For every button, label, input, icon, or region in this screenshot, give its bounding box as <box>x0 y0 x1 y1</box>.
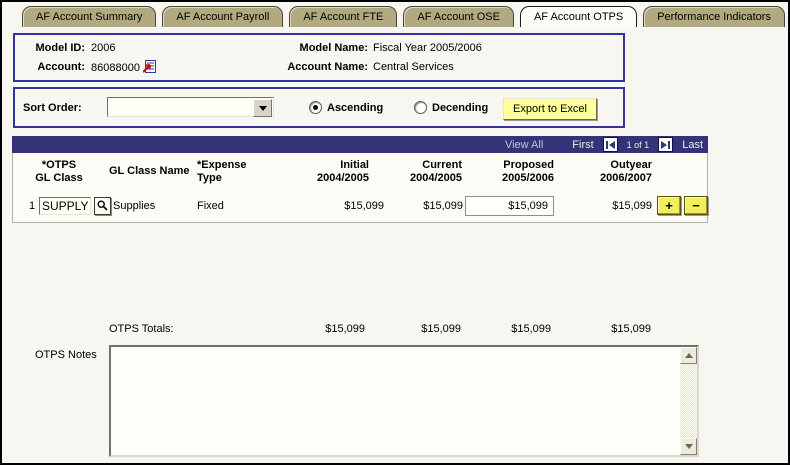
otps-notes-label: OTPS Notes <box>35 349 97 361</box>
outyear-amount-cell: $15,099 <box>552 200 652 212</box>
tab-af-account-fte[interactable]: AF Account FTE <box>289 6 397 27</box>
total-outyear: $15,099 <box>551 323 651 335</box>
ascending-label: Ascending <box>327 102 383 114</box>
expense-type-cell: Fixed <box>197 200 224 212</box>
tab-af-account-otps[interactable]: AF Account OTPS <box>520 6 637 27</box>
model-name-value: Fiscal Year 2005/2006 <box>373 42 482 54</box>
col-header-proposed: Proposed2005/2006 <box>454 159 554 185</box>
col-header-gl-class-name: GL Class Name <box>109 165 190 178</box>
total-current: $15,099 <box>361 323 461 335</box>
tab-af-account-summary[interactable]: AF Account Summary <box>22 6 156 27</box>
otps-notes-textarea[interactable] <box>109 345 699 457</box>
radio-descending[interactable] <box>414 101 427 114</box>
lookup-button[interactable] <box>94 197 111 215</box>
tab-performance-indicators[interactable]: Performance Indicators <box>643 6 785 27</box>
col-header-otps-gl-class: *OTPSGL Class <box>27 159 91 185</box>
notes-scrollbar[interactable] <box>680 347 697 455</box>
col-header-outyear: Outyear2006/2007 <box>552 159 652 185</box>
row-number: 1 <box>29 200 35 212</box>
descending-label: Decending <box>432 102 488 114</box>
scroll-up-icon[interactable] <box>680 347 697 364</box>
model-account-box: Model ID: 2006 Model Name: Fiscal Year 2… <box>13 33 625 82</box>
total-proposed: $15,099 <box>451 323 551 335</box>
otps-totals-label: OTPS Totals: <box>109 323 174 335</box>
magnifier-icon <box>97 199 108 214</box>
model-name-label: Model Name: <box>268 42 368 54</box>
scroll-down-icon[interactable] <box>680 438 697 455</box>
add-row-button[interactable]: + <box>657 196 681 215</box>
tab-af-account-ose[interactable]: AF Account OSE <box>403 6 514 27</box>
export-to-excel-button[interactable]: Export to Excel <box>503 98 597 120</box>
otps-grid: *OTPSGL Class GL Class Name *ExpenseType… <box>12 153 708 223</box>
model-id-label: Model ID: <box>23 42 85 54</box>
tab-bar: AF Account Summary AF Account Payroll AF… <box>22 6 785 27</box>
af-account-otps-page: AF Account Summary AF Account Payroll AF… <box>0 0 790 465</box>
account-name-value: Central Services <box>373 61 454 73</box>
sort-order-label: Sort Order: <box>23 102 82 114</box>
col-header-expense-type: *ExpenseType <box>197 159 247 185</box>
otps-gl-class-input[interactable] <box>39 197 91 215</box>
account-label: Account: <box>23 61 85 73</box>
first-link[interactable]: First <box>572 139 593 151</box>
col-header-current: Current2004/2005 <box>362 159 462 185</box>
total-initial: $15,099 <box>265 323 365 335</box>
descending-radio-row: Decending <box>414 101 488 114</box>
view-all-link[interactable]: View All <box>505 139 543 151</box>
radio-ascending[interactable] <box>309 101 322 114</box>
tab-af-account-payroll[interactable]: AF Account Payroll <box>162 6 283 27</box>
sort-order-select[interactable] <box>107 97 274 117</box>
account-value-wrap: 86088000 <box>91 60 156 76</box>
grid-nav-bar: View All First 1 of 1 Last <box>12 136 708 153</box>
page-position: 1 of 1 <box>627 140 650 150</box>
prev-page-icon[interactable] <box>603 137 618 152</box>
sort-order-box: Sort Order: Ascending Decending Export t… <box>13 87 625 128</box>
model-id-value: 2006 <box>91 42 115 54</box>
proposed-amount-input[interactable] <box>465 196 554 216</box>
col-header-initial: Initial2004/2005 <box>269 159 369 185</box>
current-amount-cell: $15,099 <box>363 200 463 212</box>
account-name-label: Account Name: <box>268 61 368 73</box>
next-page-icon[interactable] <box>658 137 673 152</box>
delete-row-button[interactable]: − <box>684 196 708 215</box>
dropdown-arrow-icon[interactable] <box>253 99 272 117</box>
gl-class-name-cell: Supplies <box>113 200 155 212</box>
account-value: 86088000 <box>91 62 140 74</box>
last-link[interactable]: Last <box>682 139 703 151</box>
ascending-radio-row: Ascending <box>309 101 383 114</box>
transfer-icon[interactable] <box>143 60 156 76</box>
